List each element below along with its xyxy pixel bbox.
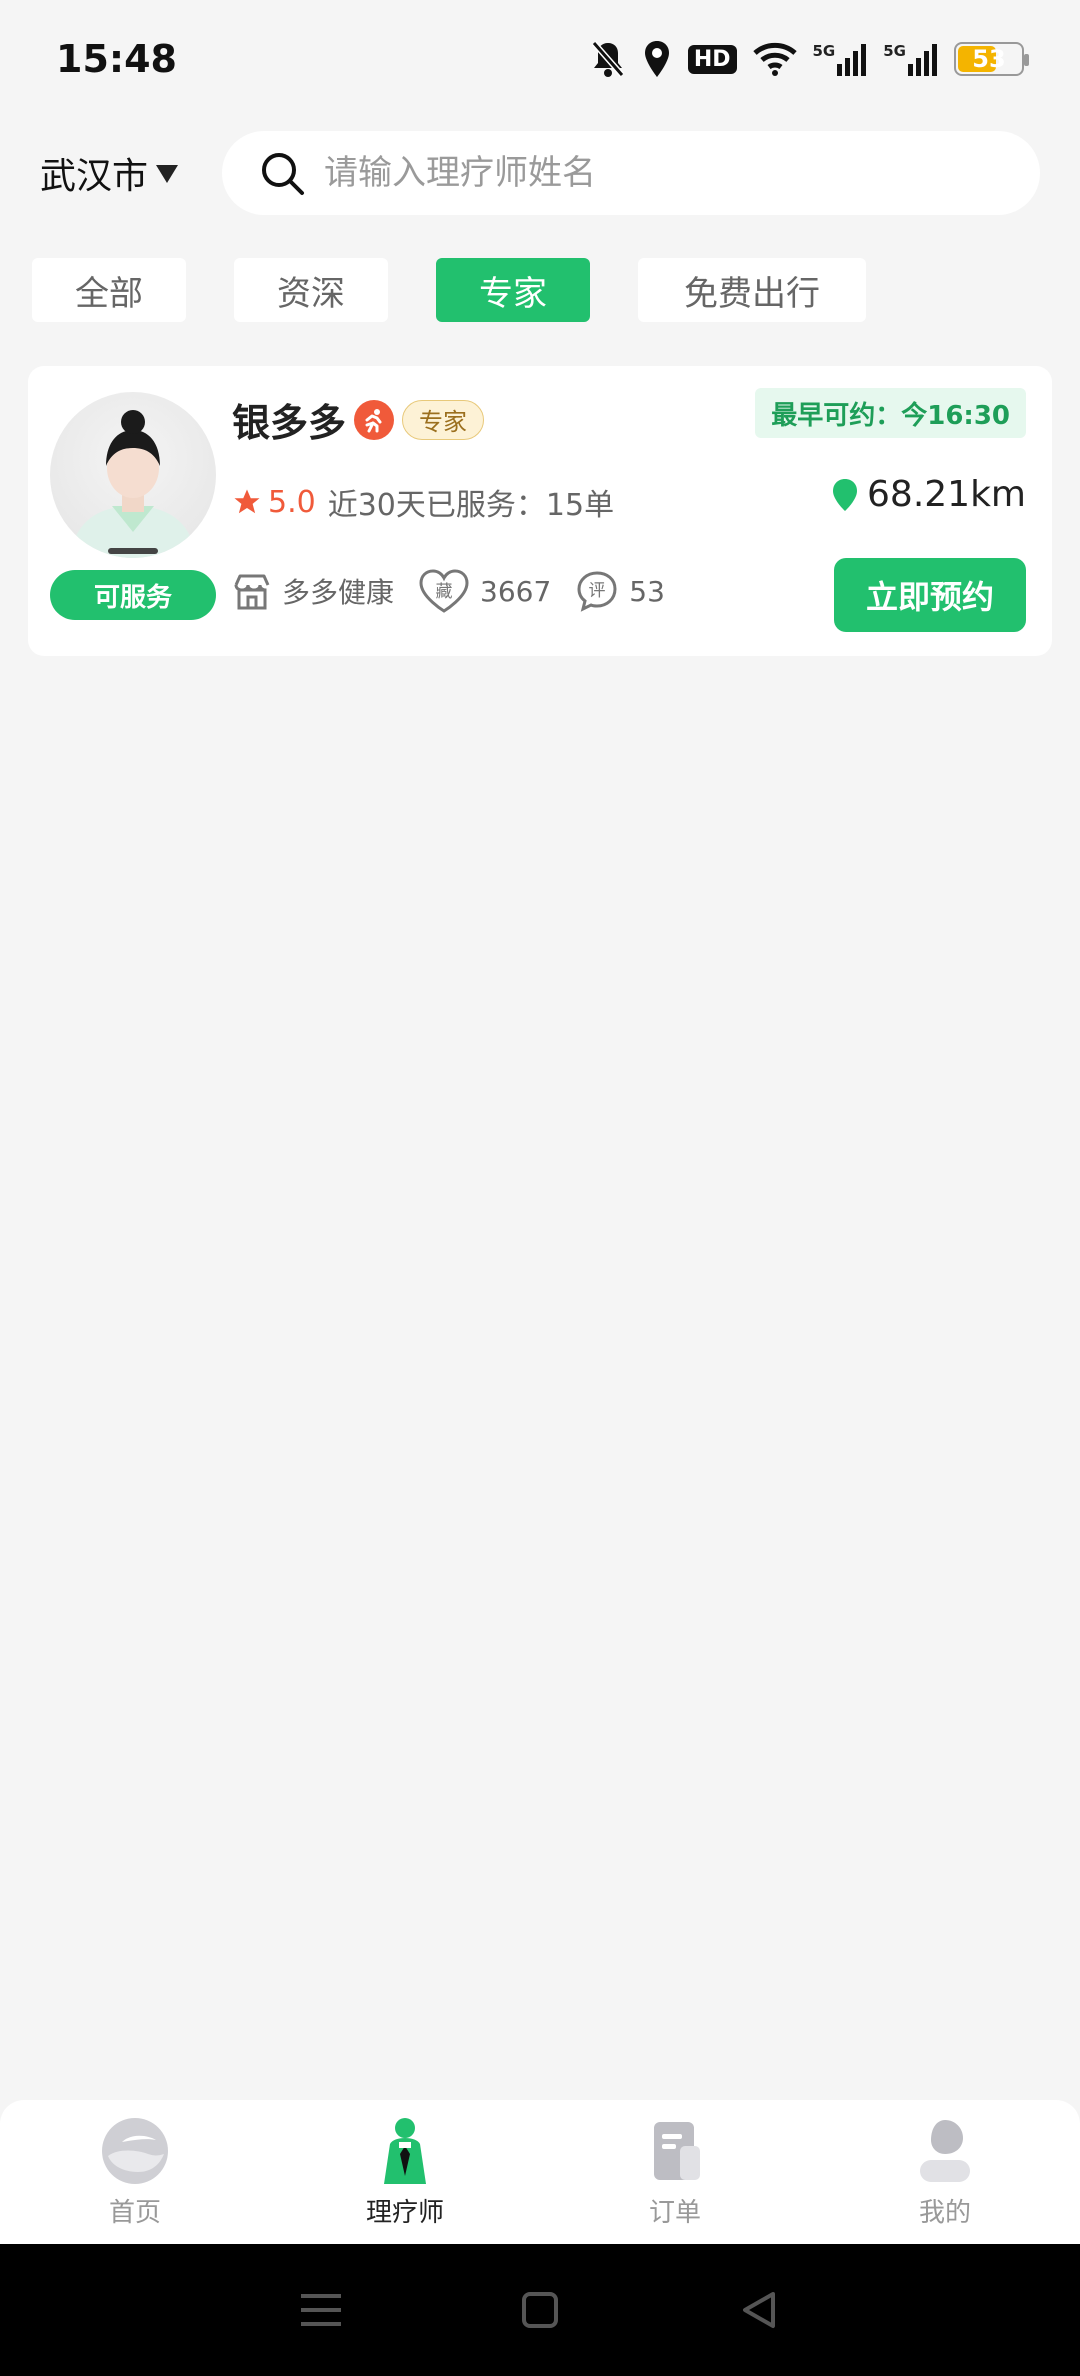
back-icon[interactable]	[739, 2290, 779, 2330]
meta-row: 多多健康 藏 3667 评 53	[232, 568, 689, 614]
therapist-icon	[384, 2117, 426, 2184]
reviews-info[interactable]: 评 53	[575, 569, 665, 613]
filter-tabs: 全部 资深 专家 免费出行	[32, 258, 914, 322]
search-input[interactable]	[324, 153, 1004, 193]
signal-5g-2-icon: 5G	[883, 42, 938, 76]
running-icon	[354, 399, 395, 440]
distance: 68.21km	[831, 474, 1026, 515]
profile-icon	[920, 2119, 970, 2182]
nav-therapist[interactable]: 理疗师	[270, 2100, 540, 2244]
favorites-icon-char: 藏	[436, 582, 453, 602]
home-icon	[102, 2117, 168, 2184]
nav-profile-label: 我的	[918, 2197, 971, 2228]
avatar[interactable]	[50, 392, 216, 558]
rating-row: 5.0 近30天已服务：15单	[232, 480, 614, 524]
search-box[interactable]	[222, 131, 1040, 215]
bottom-nav: 首页 理疗师 订单 我的	[0, 2100, 1080, 2244]
comment-icon: 评	[577, 571, 617, 612]
status-time: 15:48	[56, 37, 177, 81]
system-nav-bar	[0, 2244, 1080, 2376]
status-icons: HD 5G 5G 53	[590, 39, 1029, 79]
tab-free-travel[interactable]: 免费出行	[638, 258, 866, 322]
distance-value: 68.21km	[867, 474, 1026, 515]
status-badge: 可服务	[50, 570, 216, 620]
wifi-icon	[752, 42, 797, 76]
shop-name: 多多健康	[282, 576, 395, 609]
served-count: 近30天已服务：15单	[327, 488, 615, 523]
nav-therapist-label: 理疗师	[365, 2197, 444, 2228]
star-icon	[234, 489, 260, 514]
shop-info[interactable]: 多多健康	[232, 571, 394, 611]
name-row: 银多多 专家	[232, 392, 485, 447]
menu-icon[interactable]	[300, 2292, 341, 2328]
book-now-button[interactable]: 立即预约	[834, 558, 1026, 632]
reviews-icon-char: 评	[589, 581, 606, 601]
reviews-count: 53	[629, 574, 665, 608]
city-label: 武汉市	[40, 156, 149, 197]
heart-icon: 藏	[419, 569, 469, 613]
hd-icon: HD	[687, 44, 737, 74]
battery-icon: 53	[954, 42, 1029, 76]
nav-home-label: 首页	[108, 2197, 161, 2228]
rating-value: 5.0	[268, 484, 316, 520]
nav-profile[interactable]: 我的	[810, 2100, 1080, 2244]
location-pin-icon	[833, 478, 858, 511]
earliest-available: 最早可约：今16:30	[755, 388, 1026, 438]
nav-home[interactable]: 首页	[0, 2100, 270, 2244]
bell-off-icon	[591, 41, 625, 77]
favorites-info[interactable]: 藏 3667	[418, 568, 551, 614]
favorites-count: 3667	[480, 574, 552, 608]
caret-down-icon	[156, 165, 179, 183]
therapist-card[interactable]: 可服务 银多多 专家 最早可约：今16:30 5.0 近30天已服务：15单 6…	[28, 366, 1052, 656]
tab-all[interactable]: 全部	[32, 258, 186, 322]
level-tag: 专家	[402, 399, 485, 440]
status-bar: 15:48 HD 5G 5G 53	[0, 0, 1080, 118]
therapist-name: 银多多	[232, 401, 347, 445]
shop-icon	[234, 574, 270, 610]
search-row: 武汉市	[0, 130, 1080, 216]
tab-expert[interactable]: 专家	[436, 258, 590, 322]
location-icon	[644, 41, 669, 77]
signal-5g-1-icon: 5G	[813, 42, 868, 76]
tab-senior[interactable]: 资深	[234, 258, 388, 322]
home-button-icon[interactable]	[521, 2292, 558, 2328]
city-selector[interactable]: 武汉市	[40, 147, 222, 199]
nav-orders[interactable]: 订单	[540, 2100, 810, 2244]
nav-orders-label: 订单	[648, 2197, 701, 2228]
order-icon	[654, 2121, 700, 2180]
search-icon	[262, 153, 304, 195]
